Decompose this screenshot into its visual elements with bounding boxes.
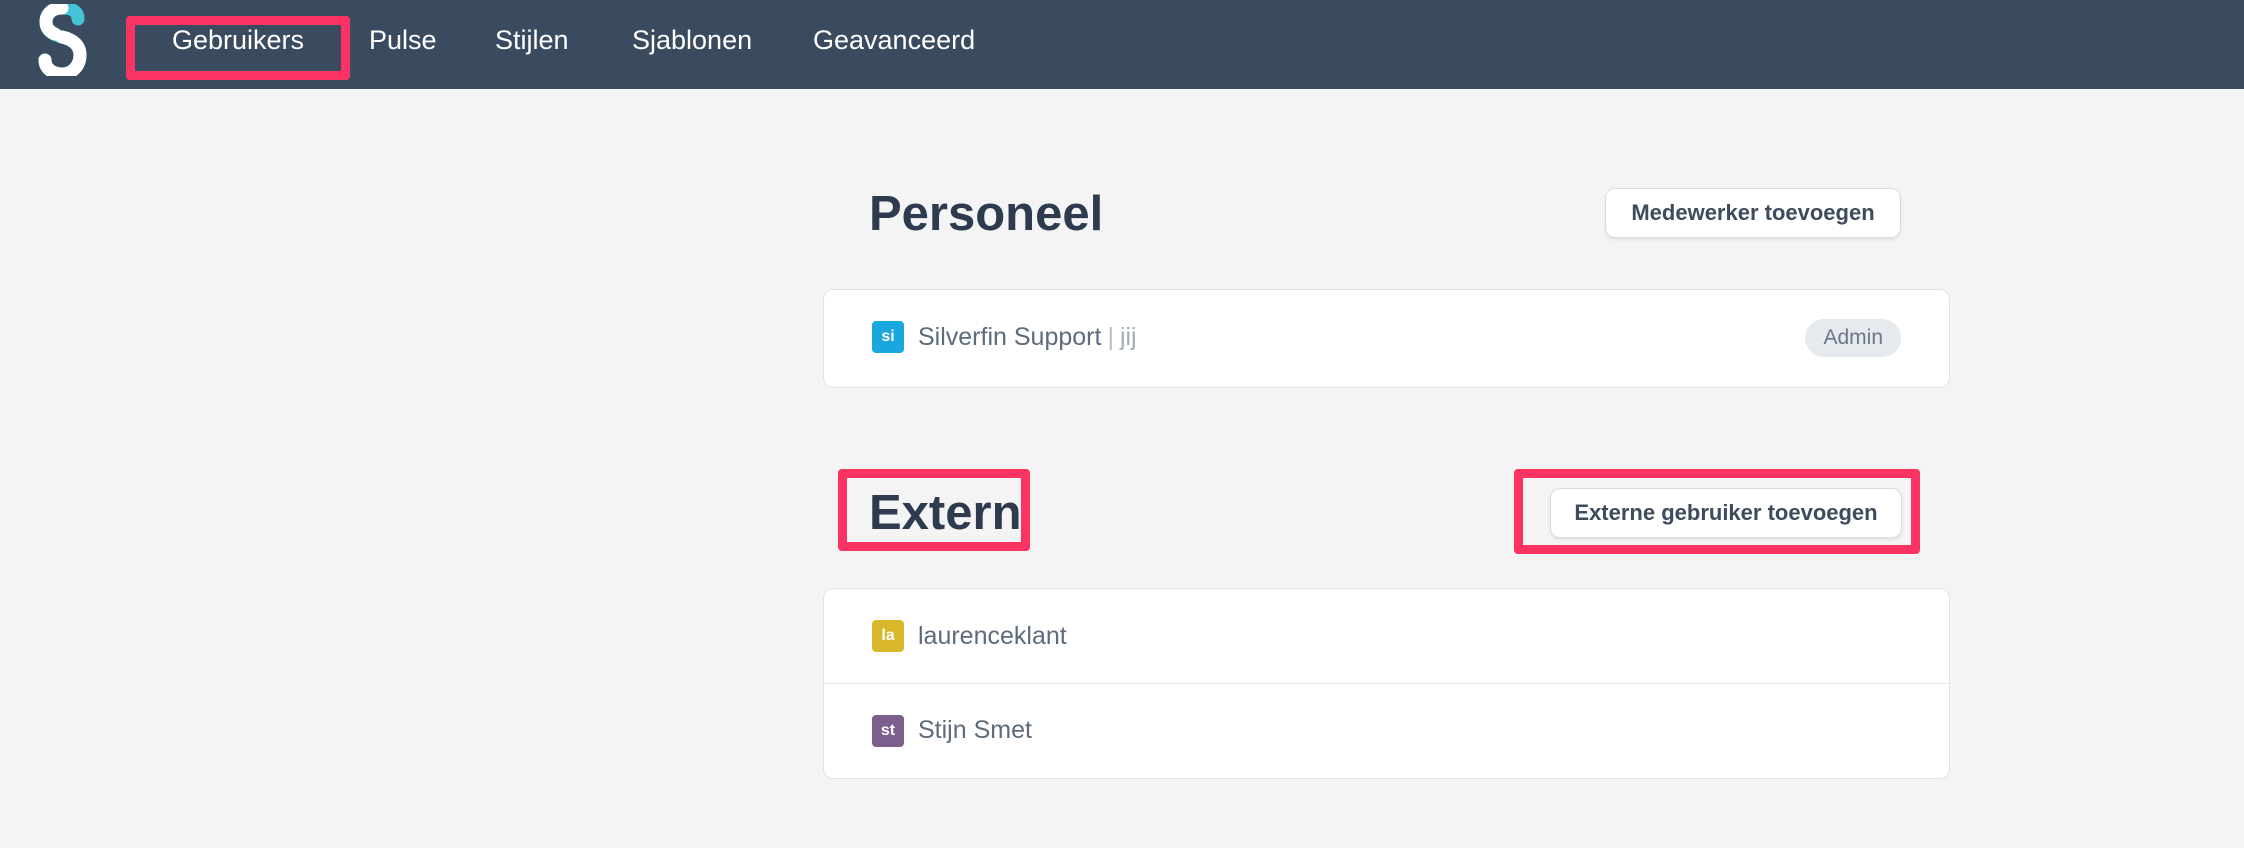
avatar: si: [872, 321, 904, 353]
add-employee-button[interactable]: Medewerker toevoegen: [1605, 188, 1901, 238]
current-user-label: jij: [1119, 322, 1137, 351]
user-name: Stijn Smet: [918, 716, 1032, 744]
add-external-user-button[interactable]: Externe gebruiker toevoegen: [1550, 488, 1902, 538]
avatar: la: [872, 620, 904, 652]
nav-item-pulse[interactable]: Pulse: [369, 0, 437, 80]
external-user-list: la laurenceklant st Stijn Smet: [823, 588, 1950, 779]
nav-item-gebruikers[interactable]: Gebruikers: [172, 0, 304, 80]
list-item[interactable]: si Silverfin Support | jij Admin: [824, 290, 1949, 384]
avatar: st: [872, 714, 904, 747]
silverfin-logo-icon[interactable]: [38, 4, 88, 76]
staff-user-list: si Silverfin Support | jij Admin: [823, 289, 1950, 388]
section-title-extern: Extern: [869, 486, 1022, 540]
nav-item-sjablonen[interactable]: Sjablonen: [632, 0, 752, 80]
list-item[interactable]: la laurenceklant: [824, 589, 1949, 683]
name-separator: |: [1107, 322, 1114, 351]
user-name: Silverfin Support: [918, 322, 1102, 351]
list-item[interactable]: st Stijn Smet: [824, 683, 1949, 777]
role-badge: Admin: [1805, 319, 1901, 357]
nav-item-stijlen[interactable]: Stijlen: [495, 0, 569, 80]
section-title-personeel: Personeel: [869, 187, 1104, 241]
top-navigation-bar: Gebruikers Pulse Stijlen Sjablonen Geava…: [0, 0, 2244, 89]
user-name: laurenceklant: [918, 621, 1067, 650]
nav-item-geavanceerd[interactable]: Geavanceerd: [813, 0, 975, 80]
